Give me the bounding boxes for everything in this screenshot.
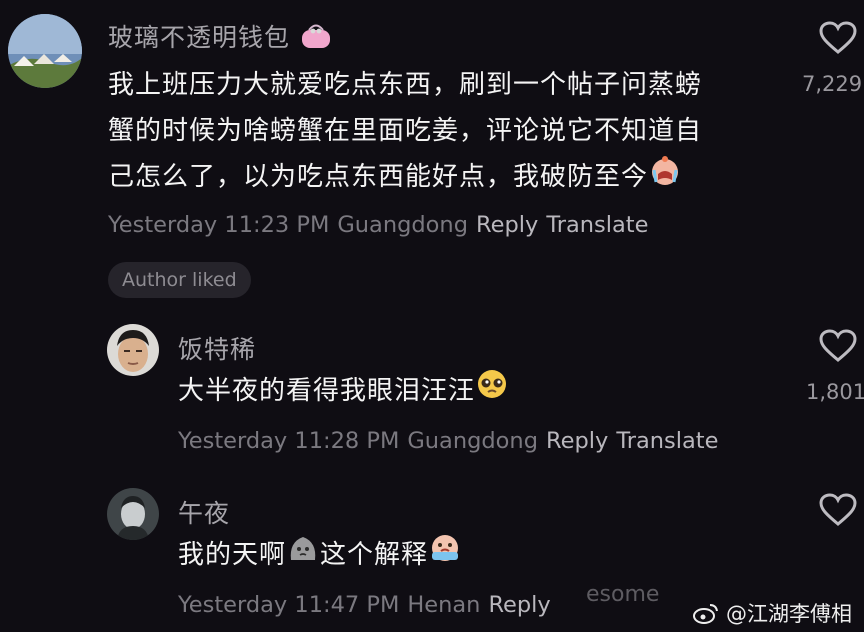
avatar[interactable] bbox=[107, 488, 159, 540]
comment-line: 我上班压力大就爱吃点东西，刷到一个帖子问蒸螃 bbox=[108, 70, 703, 100]
comment-time: Yesterday 11:23 PM bbox=[108, 212, 330, 238]
comment-username[interactable]: 饭特稀 bbox=[178, 330, 256, 366]
reply-button[interactable]: Reply bbox=[546, 428, 608, 454]
avatar[interactable] bbox=[107, 324, 159, 376]
comment-meta: Yesterday 11:47 PM Henan Reply bbox=[178, 592, 551, 618]
comment-location: Henan bbox=[407, 592, 481, 618]
comment-location: Guangdong bbox=[407, 428, 538, 454]
comment-line-text: 这个解释 bbox=[320, 540, 429, 570]
comment-line-text: 己怎么了，以为吃点东西能好点，我破防至今 bbox=[108, 162, 649, 192]
like-button[interactable] bbox=[818, 20, 858, 56]
comment-username[interactable]: 午夜 bbox=[178, 494, 230, 530]
comment-meta: Yesterday 11:28 PM Guangdong Reply Translat… bbox=[178, 428, 718, 454]
translate-button[interactable]: Translate bbox=[546, 212, 648, 238]
avatar[interactable] bbox=[8, 14, 82, 88]
author-liked-badge: Author liked bbox=[108, 262, 251, 298]
translate-button[interactable]: Translate bbox=[616, 428, 718, 454]
overlay-text: esome bbox=[586, 582, 660, 607]
like-count: 1,801 bbox=[806, 380, 864, 404]
reply-button[interactable]: Reply bbox=[476, 212, 538, 238]
like-button[interactable] bbox=[818, 328, 858, 364]
avatar-portrait-image bbox=[107, 488, 159, 540]
purse-icon bbox=[299, 21, 333, 57]
sobbing-face-icon bbox=[428, 532, 462, 579]
sad-blob-icon bbox=[286, 532, 320, 579]
pleading-face-icon bbox=[475, 368, 509, 415]
comment-body: 我上班压力大就爱吃点东西，刷到一个帖子问蒸螃 蟹的时候为啥螃蟹在里面吃姜，评论说… bbox=[108, 62, 788, 201]
comment-body: 大半夜的看得我眼泪汪汪 bbox=[178, 368, 778, 415]
comment-username[interactable]: 玻璃不透明钱包 bbox=[108, 18, 333, 57]
avatar-landscape-image bbox=[8, 14, 82, 88]
avatar-face-image bbox=[107, 324, 159, 376]
comment-meta: Yesterday 11:23 PM Guangdong Reply Translat… bbox=[108, 212, 648, 238]
weibo-logo-icon bbox=[693, 604, 718, 624]
reply-button[interactable]: Reply bbox=[488, 592, 550, 618]
watermark-text: @江湖李傅相 bbox=[726, 602, 852, 626]
watermark: @江湖李傅相 bbox=[692, 598, 852, 628]
comment-line-text: 我的天啊 bbox=[178, 540, 287, 570]
comment-location: Guangdong bbox=[337, 212, 468, 238]
crying-face-icon bbox=[648, 154, 682, 201]
comment-line: 我的天啊 这个解释 bbox=[178, 532, 778, 579]
heart-icon bbox=[819, 329, 857, 362]
comment-body: 我的天啊 这个解释 bbox=[178, 532, 778, 579]
heart-icon bbox=[819, 21, 857, 54]
comment-line: 己怎么了，以为吃点东西能好点，我破防至今 bbox=[108, 154, 788, 201]
like-button[interactable] bbox=[818, 492, 858, 528]
heart-icon bbox=[819, 493, 857, 526]
comment-line-text: 大半夜的看得我眼泪汪汪 bbox=[178, 376, 476, 406]
like-count: 7,229 bbox=[802, 72, 863, 96]
username-text: 玻璃不透明钱包 bbox=[108, 23, 291, 52]
comment-time: Yesterday 11:47 PM bbox=[178, 592, 400, 618]
comment-line: 大半夜的看得我眼泪汪汪 bbox=[178, 368, 778, 415]
comment-line: 蟹的时候为啥螃蟹在里面吃姜，评论说它不知道自 bbox=[108, 116, 703, 146]
comment-time: Yesterday 11:28 PM bbox=[178, 428, 400, 454]
